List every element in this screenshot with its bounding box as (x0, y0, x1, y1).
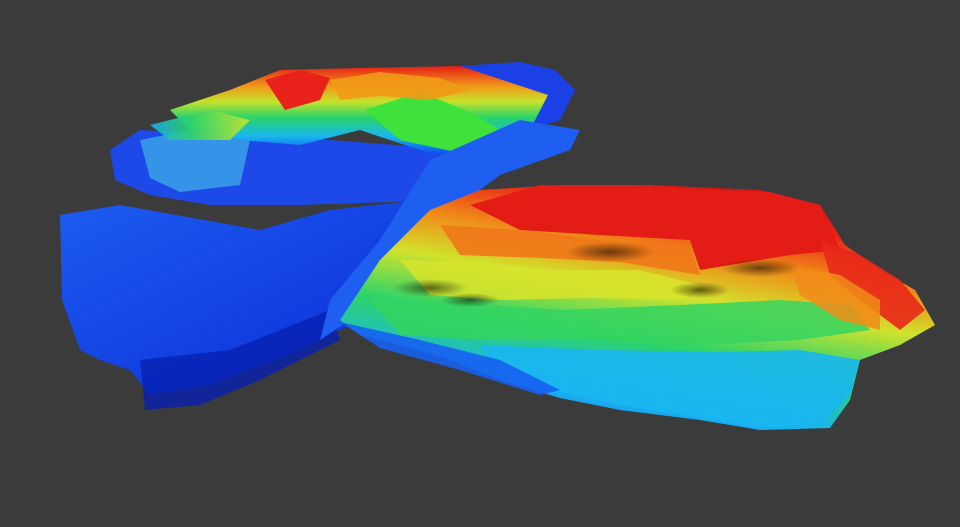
excavation-pit (565, 242, 655, 262)
excavation-pit (440, 293, 500, 307)
3d-viewport[interactable] (0, 0, 960, 527)
excavation-pit (670, 282, 730, 298)
elevation-terrain-render (60, 62, 935, 430)
excavation-pit (720, 259, 800, 277)
